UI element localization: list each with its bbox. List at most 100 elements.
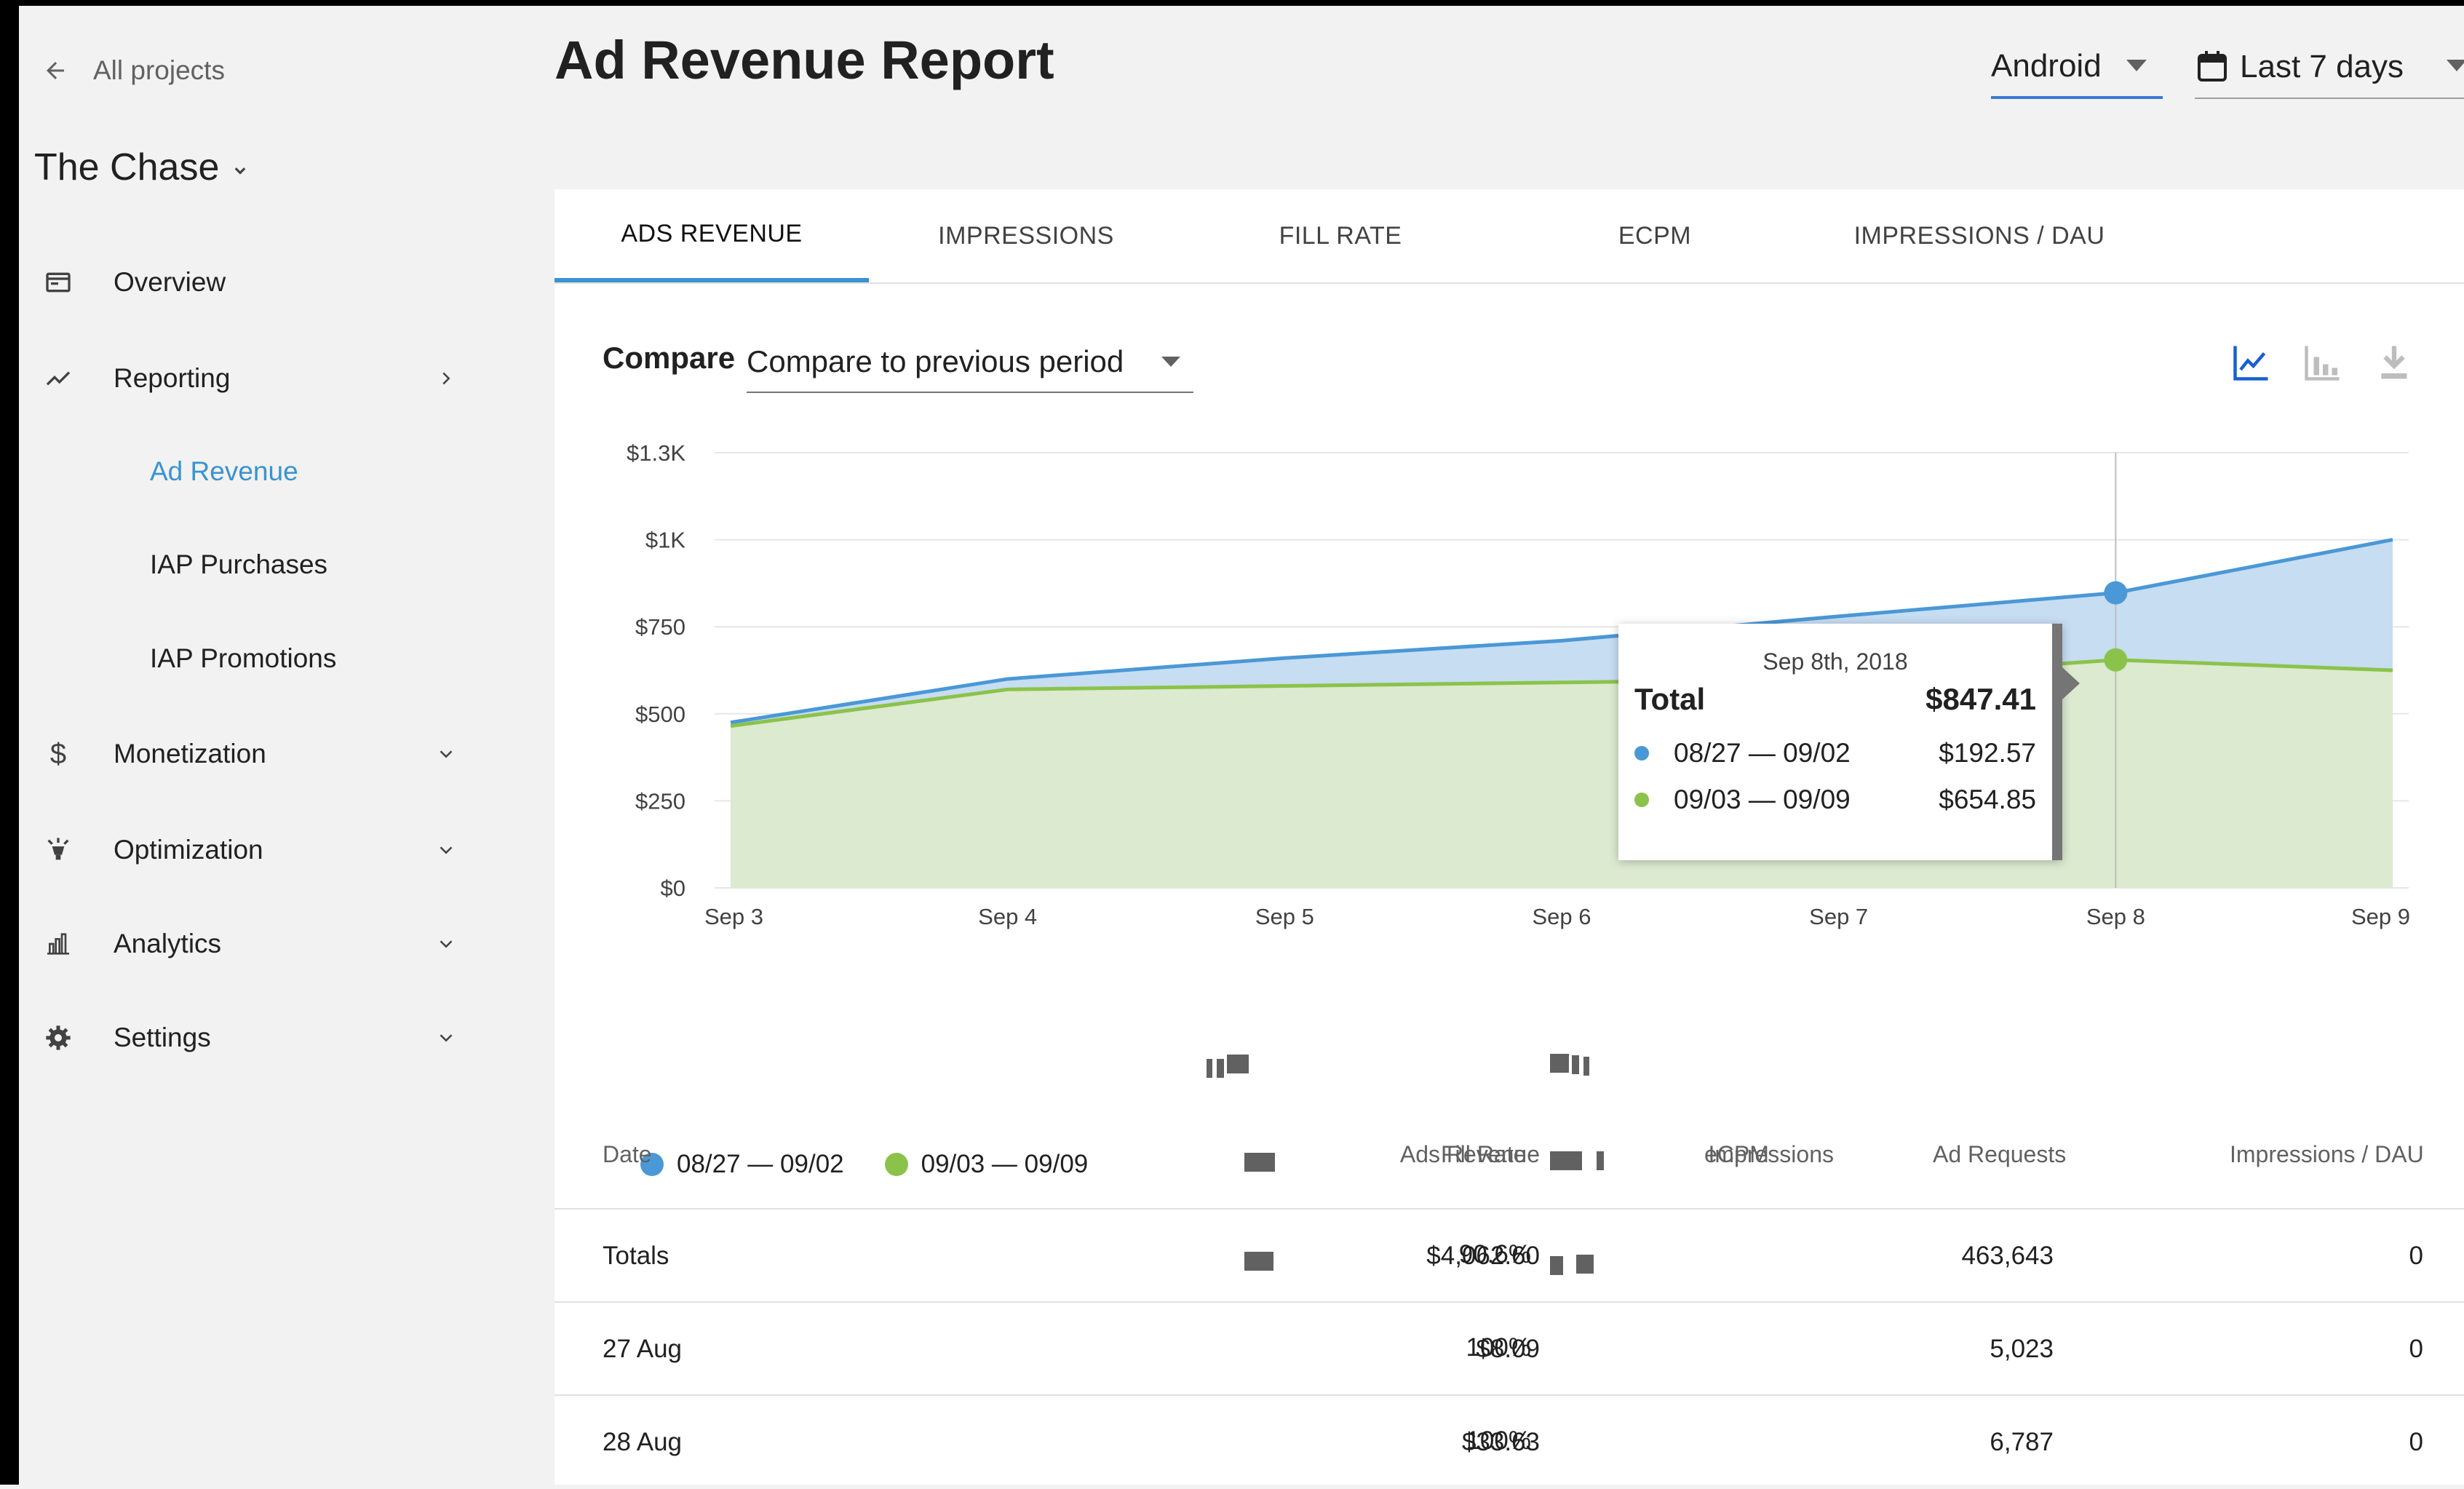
x-tick-label: Sep 9 <box>2351 904 2410 929</box>
y-tick-label: $250 <box>635 788 685 814</box>
chevron-down-icon <box>440 750 453 758</box>
date-range-select[interactable]: Last 7 days <box>2195 36 2464 99</box>
y-tick-label: $500 <box>635 702 685 727</box>
redacted-value-block <box>1217 1059 1224 1078</box>
sidebar-item-label: Optimization <box>114 835 263 865</box>
redacted-value-block <box>1227 1055 1249 1073</box>
chevron-right-icon <box>442 372 450 385</box>
cell-fill-rate: 90.6% <box>1458 1240 1531 1268</box>
tooltip-total-value: $847.41 <box>1926 682 2036 716</box>
back-to-projects-link[interactable]: All projects <box>42 54 225 87</box>
sidebar-item-label: Monetization <box>114 739 266 769</box>
cell-ad-requests: 5,023 <box>1990 1335 2054 1363</box>
x-tick-label: Sep 8 <box>2086 904 2145 929</box>
sidebar-sub-iap-promotions[interactable]: IAP Promotions <box>150 633 336 684</box>
chevron-down-icon <box>440 846 453 854</box>
gear-icon <box>42 1022 74 1054</box>
column-header-date[interactable]: Date <box>603 1141 652 1168</box>
window-top-border <box>0 0 2464 6</box>
trending-icon <box>42 362 74 394</box>
dollar-icon: $ <box>49 737 67 770</box>
data-point-current <box>2104 648 2128 672</box>
x-tick-label: Sep 4 <box>978 904 1037 929</box>
redacted-value-block <box>1244 1252 1273 1271</box>
column-header-impressions-dau[interactable]: Impressions / DAU <box>2230 1141 2424 1168</box>
legend-label: 09/03 — 09/09 <box>921 1150 1089 1178</box>
bar-chart-icon <box>42 928 74 960</box>
lamp-icon <box>42 834 74 866</box>
column-header-fill-rate[interactable]: Fill Rate <box>1441 1141 1526 1168</box>
cell-ad-requests: 6,787 <box>1990 1428 2054 1456</box>
cell-date: 28 Aug <box>603 1428 682 1456</box>
redacted-value-block <box>1550 1054 1569 1073</box>
chevron-down-icon <box>440 940 453 948</box>
redacted-value-block <box>1244 1153 1275 1172</box>
project-selector[interactable]: The Chase <box>34 146 251 189</box>
sidebar-item-settings[interactable]: Settings <box>42 1009 457 1067</box>
series-dot <box>1634 746 1649 761</box>
report-card: ADS REVENUE IMPRESSIONS FILL RATE ECPM I… <box>555 189 2464 1485</box>
project-name: The Chase <box>34 146 220 188</box>
redacted-value-block <box>1583 1057 1589 1076</box>
cell-ad-requests: 463,643 <box>1961 1242 2054 1270</box>
redacted-value-block <box>1550 1151 1582 1170</box>
sidebar-item-optimization[interactable]: Optimization <box>42 821 457 879</box>
dropdown-arrow-icon <box>2447 60 2464 71</box>
redacted-value-block <box>1572 1055 1579 1074</box>
sidebar-item-analytics[interactable]: Analytics <box>42 915 457 973</box>
sidebar-item-overview[interactable]: Overview <box>42 253 457 311</box>
legend-item-previous[interactable]: 08/27 — 09/02 <box>640 1150 844 1179</box>
chart-tooltip: Sep 8th, 2018 Total $847.41 08/27 — 09/0… <box>1618 624 2080 860</box>
tooltip-row-label: 08/27 — 09/02 <box>1674 738 1851 768</box>
legend-item-current[interactable]: 09/03 — 09/09 <box>884 1150 1089 1179</box>
sidebar-item-label: Reporting <box>114 363 231 393</box>
cell-fill-rate: 100% <box>1466 1333 1531 1362</box>
data-point-previous <box>2104 581 2128 605</box>
y-tick-label: $1.3K <box>627 440 685 466</box>
tooltip-date: Sep 8th, 2018 <box>1762 648 1908 675</box>
cell-date: Totals <box>603 1242 669 1270</box>
page-title: Ad Revenue Report <box>555 30 1054 90</box>
platform-select[interactable]: Android <box>1991 36 2163 99</box>
cell-impressions-dau: 0 <box>2409 1428 2423 1456</box>
y-tick-label: $750 <box>635 614 685 640</box>
sidebar-item-monetization[interactable]: $ Monetization <box>42 725 457 783</box>
back-label: All projects <box>93 55 225 85</box>
tooltip-row: 08/27 — 09/02 $192.57 <box>1634 738 2036 769</box>
cell-date: 27 Aug <box>603 1335 682 1363</box>
redacted-value-block <box>1597 1151 1604 1170</box>
sidebar-item-label: Analytics <box>114 929 222 958</box>
redacted-value-block <box>1207 1059 1212 1078</box>
sidebar-sub-iap-purchases[interactable]: IAP Purchases <box>150 539 327 590</box>
sidebar-item-label: Overview <box>114 267 226 297</box>
calendar-icon <box>2198 51 2227 82</box>
arrow-back-icon <box>47 62 64 79</box>
chevron-down-icon <box>235 167 246 175</box>
y-tick-label: $0 <box>661 875 685 901</box>
cell-impressions-dau: 0 <box>2409 1242 2423 1270</box>
series-dot <box>1634 793 1649 807</box>
tooltip-pointer <box>2062 667 2080 699</box>
x-tick-label: Sep 7 <box>1809 904 1868 929</box>
column-header-ecpm[interactable]: eCPM <box>1704 1141 1769 1168</box>
sidebar-item-reporting[interactable]: Reporting <box>42 349 457 408</box>
cell-fill-rate: 100% <box>1466 1426 1531 1455</box>
sidebar-sub-ad-revenue[interactable]: Ad Revenue <box>150 446 298 497</box>
chart-legend: 08/27 — 09/02 09/03 — 09/09 <box>640 1150 1129 1179</box>
y-tick-label: $1K <box>645 528 685 553</box>
date-range-value: Last 7 days <box>2240 49 2404 84</box>
sidebar-item-label: Settings <box>114 1023 211 1052</box>
x-tick-label: Sep 6 <box>1532 904 1591 929</box>
tooltip-row: 09/03 — 09/09 $654.85 <box>1634 785 2036 815</box>
column-header-ad-requests[interactable]: Ad Requests <box>1933 1141 2066 1168</box>
x-tick-label: Sep 3 <box>704 904 763 929</box>
legend-label: 08/27 — 09/02 <box>677 1150 844 1178</box>
dropdown-arrow-icon <box>2126 60 2147 71</box>
dashboard-icon <box>42 266 74 298</box>
x-tick-label: Sep 5 <box>1255 904 1314 929</box>
tooltip-row-value: $192.57 <box>1939 738 2036 768</box>
platform-value: Android <box>1991 48 2102 84</box>
legend-dot <box>884 1153 908 1176</box>
tooltip-row-value: $654.85 <box>1939 785 2036 814</box>
window-left-border <box>0 0 19 1485</box>
